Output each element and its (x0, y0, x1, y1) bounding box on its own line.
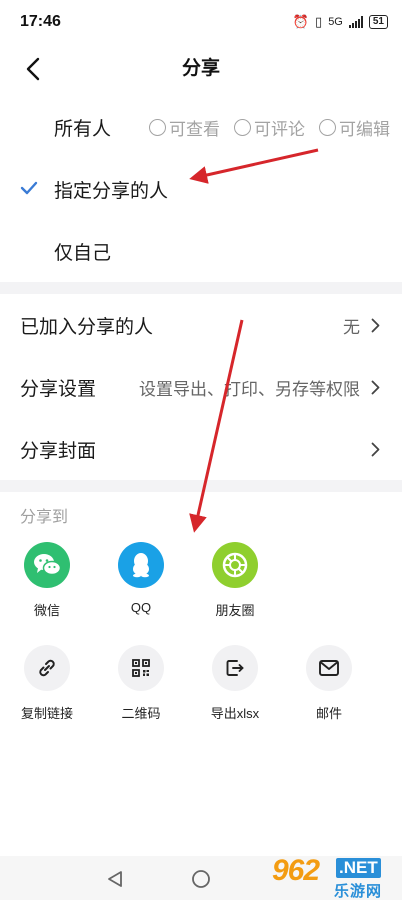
qr-code-icon (118, 645, 164, 691)
share-qq[interactable]: QQ (101, 542, 181, 615)
perm-view[interactable]: 可查看 (149, 115, 220, 140)
copy-link-button[interactable]: 复制链接 (7, 645, 87, 722)
alarm-icon: ⏰ (292, 14, 310, 29)
radio-edit[interactable] (319, 118, 336, 136)
battery-indicator: 51 (368, 15, 388, 29)
radio-comment[interactable] (234, 118, 251, 136)
share-label: 二维码 (121, 706, 161, 721)
share-label: 微信 (33, 603, 60, 618)
setting-value: 设置导出、打印、另存等权限 (139, 379, 360, 399)
watermark-site: 乐游网 (334, 883, 383, 900)
chevron-right-icon (368, 442, 382, 456)
signal-icon (348, 16, 363, 28)
option-only-me[interactable]: 仅自己 (0, 220, 402, 282)
setting-label: 已加入分享的人 (20, 316, 154, 338)
option-label: 所有人 (54, 118, 112, 140)
option-specified-people[interactable]: 指定分享的人 (0, 158, 402, 220)
share-settings-row[interactable]: 分享设置 设置导出、打印、另存等权限 (0, 356, 402, 418)
export-xlsx-button[interactable]: 导出xlsx (195, 645, 275, 722)
share-wechat[interactable]: 微信 (7, 542, 87, 619)
share-moments[interactable]: 朋友圈 (195, 542, 275, 619)
permission-group: 可查看 可评论 可编辑 (149, 115, 390, 140)
share-label: 朋友圈 (215, 603, 255, 618)
link-icon (24, 645, 70, 691)
watermark-number: 962 (272, 854, 320, 887)
perm-comment[interactable]: 可评论 (234, 115, 305, 140)
triangle-back-icon (108, 871, 122, 887)
watermark-suffix: .NET (336, 858, 381, 878)
perm-view-label: 可查看 (169, 119, 220, 139)
option-everyone[interactable]: 所有人 可查看 可评论 可编辑 (0, 96, 402, 158)
nav-bar: 分享 (0, 44, 402, 94)
network-type: 5G (328, 16, 343, 28)
share-label: 复制链接 (20, 706, 73, 721)
check-icon (20, 181, 38, 195)
section-divider (0, 282, 402, 294)
chevron-right-icon (368, 318, 382, 332)
section-divider (0, 480, 402, 492)
page-title: 分享 (181, 58, 220, 79)
option-label: 指定分享的人 (54, 180, 169, 202)
wechat-icon (24, 542, 70, 588)
moments-icon (212, 542, 258, 588)
mail-icon (306, 645, 352, 691)
status-bar: 17:46 ⏰ ▯ 5G 51 (0, 0, 402, 44)
email-button[interactable]: 邮件 (289, 645, 369, 722)
setting-value: 无 (343, 317, 360, 337)
share-label: 邮件 (315, 706, 342, 721)
share-label: QQ (130, 600, 152, 615)
system-back-button[interactable] (104, 868, 126, 890)
setting-label: 分享设置 (20, 378, 97, 400)
qr-code-button[interactable]: 二维码 (101, 645, 181, 722)
radio-view[interactable] (149, 118, 166, 136)
circle-home-icon (192, 870, 210, 888)
export-icon (212, 645, 258, 691)
qq-icon (118, 542, 164, 588)
status-icons: ⏰ ▯ 5G 51 (293, 14, 388, 30)
option-label: 仅自己 (54, 242, 112, 264)
setting-label: 分享封面 (20, 440, 97, 462)
status-time: 17:46 (20, 13, 61, 30)
joined-people-row[interactable]: 已加入分享的人 无 (0, 294, 402, 356)
back-button[interactable] (16, 52, 50, 86)
perm-comment-label: 可评论 (254, 119, 305, 139)
back-arrow-icon (26, 57, 40, 81)
share-label: 导出xlsx (210, 706, 260, 721)
perm-edit[interactable]: 可编辑 (319, 115, 390, 140)
perm-edit-label: 可编辑 (339, 119, 390, 139)
share-cover-row[interactable]: 分享封面 (0, 418, 402, 480)
vibrate-icon: ▯ (315, 14, 323, 29)
watermark-logo: 962 .NET 乐游网 (264, 852, 396, 900)
share-to-title: 分享到 (20, 509, 69, 526)
chevron-right-icon (368, 380, 382, 394)
system-home-button[interactable] (190, 868, 212, 890)
